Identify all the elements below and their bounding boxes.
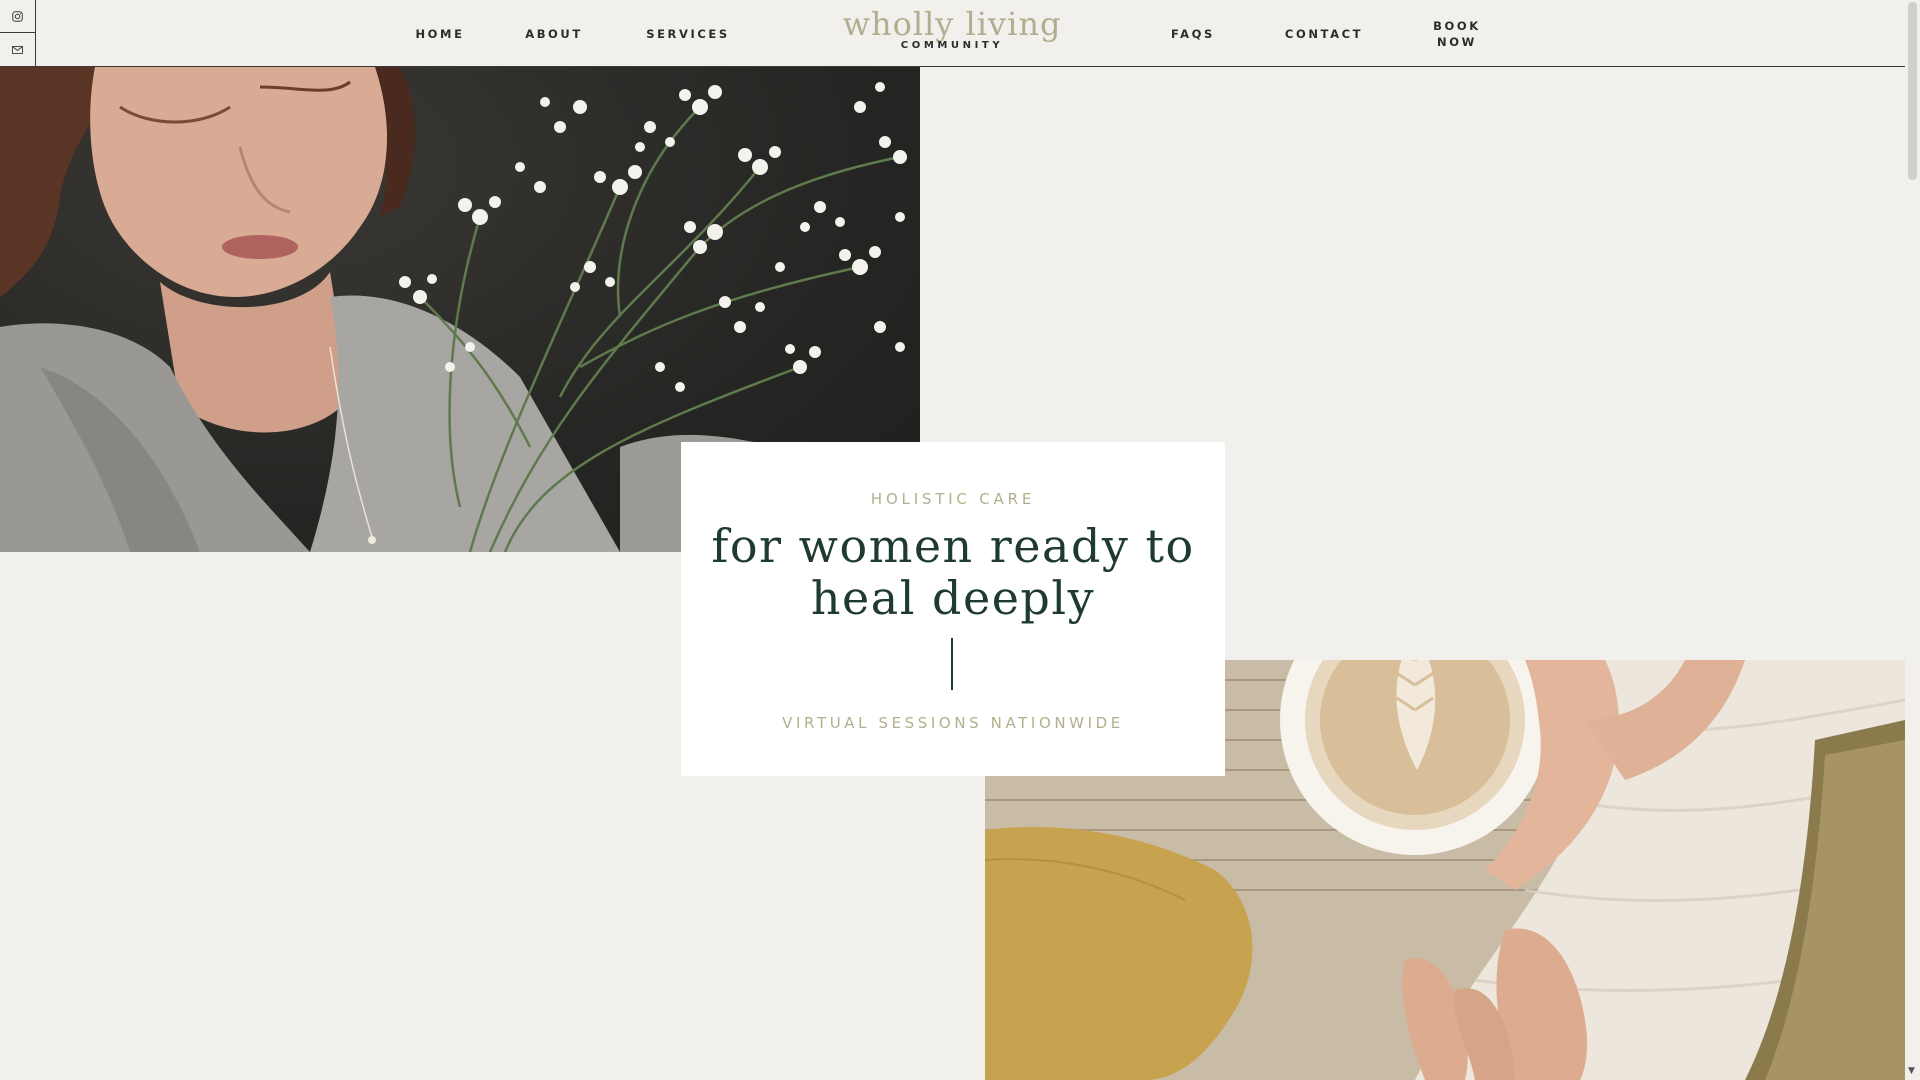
instagram-icon <box>12 10 23 22</box>
site-header: HOME ABOUT SERVICES wholly living COMMUN… <box>0 0 1905 67</box>
hero-headline: for women ready to heal deeply <box>711 520 1195 624</box>
hero-eyebrow: HOLISTIC CARE <box>870 490 1036 508</box>
email-link[interactable] <box>0 33 35 66</box>
page-scrollbar[interactable]: ▼ <box>1905 0 1920 1080</box>
email-icon <box>12 45 23 54</box>
logo-wordmark: wholly living <box>842 5 1062 43</box>
scrollbar-thumb[interactable] <box>1908 2 1917 180</box>
nav-book-now[interactable]: BOOK NOW <box>1420 0 1494 67</box>
nav-services[interactable]: SERVICES <box>640 0 736 67</box>
book-now-line1: BOOK <box>1433 18 1481 33</box>
headline-line-2: heal deeply <box>810 571 1096 625</box>
vertical-divider <box>951 638 953 690</box>
nav-about[interactable]: ABOUT <box>518 0 590 67</box>
nav-faqs[interactable]: FAQS <box>1160 0 1226 67</box>
book-now-line2: NOW <box>1437 34 1477 49</box>
hero-card: HOLISTIC CARE for women ready to heal de… <box>681 442 1225 776</box>
nav-home[interactable]: HOME <box>404 0 476 67</box>
social-links <box>0 0 36 67</box>
site-logo[interactable]: wholly living COMMUNITY <box>840 4 1064 64</box>
hero-subline: VIRTUAL SESSIONS NATIONWIDE <box>782 714 1124 732</box>
headline-line-1: for women ready to <box>711 519 1195 573</box>
instagram-link[interactable] <box>0 0 35 33</box>
nav-contact[interactable]: CONTACT <box>1280 0 1368 67</box>
scroll-down-arrow-icon[interactable]: ▼ <box>1908 1066 1915 1076</box>
